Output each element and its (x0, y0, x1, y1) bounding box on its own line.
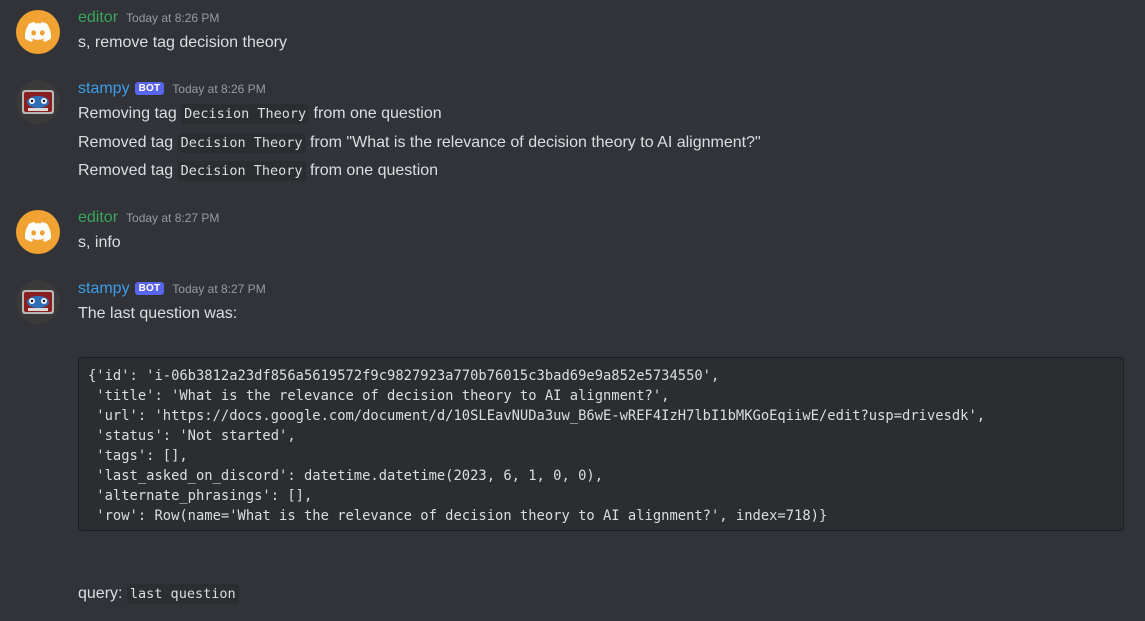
message-line: Removed tag Decision Theory from "What i… (78, 132, 761, 154)
message-text: s, info (78, 234, 121, 251)
text: Removing tag (78, 105, 182, 122)
query-label: query: (78, 585, 127, 602)
message-header: editor Today at 8:26 PM (78, 9, 219, 31)
message-text: s, remove tag decision theory (78, 34, 287, 51)
message-header: stampy BOT Today at 8:26 PM (78, 80, 266, 102)
text: from one question (305, 162, 439, 179)
username[interactable]: editor (78, 9, 118, 27)
editor-avatar[interactable] (16, 210, 60, 254)
message-line: Removed tag Decision Theory from one que… (78, 160, 438, 182)
message-header: stampy BOT Today at 8:27 PM (78, 280, 266, 302)
code-line: 'row': Row(name='What is the relevance o… (88, 508, 828, 524)
text: Removed tag (78, 162, 178, 179)
username[interactable]: editor (78, 209, 118, 227)
bot-tag: BOT (134, 82, 165, 95)
discord-logo-icon (25, 22, 51, 42)
inline-code: last question (126, 584, 239, 604)
discord-logo-icon (25, 222, 51, 242)
text: from one question (309, 105, 442, 122)
query-line: query: last question (78, 583, 239, 605)
code-line: {'id': 'i-06b3812a23df856a5619572f9c9827… (88, 368, 720, 384)
code-line: 'alternate_phrasings': [], (88, 488, 313, 504)
timestamp[interactable]: Today at 8:27 PM (172, 282, 265, 296)
editor-avatar[interactable] (16, 10, 60, 54)
username[interactable]: stampy (78, 280, 130, 298)
code-block[interactable]: {'id': 'i-06b3812a23df856a5619572f9c9827… (78, 357, 1124, 531)
message-header: editor Today at 8:27 PM (78, 209, 219, 231)
timestamp[interactable]: Today at 8:27 PM (126, 211, 219, 225)
inline-code: Decision Theory (181, 104, 310, 124)
code-line: 'title': 'What is the relevance of decis… (88, 388, 670, 404)
timestamp[interactable]: Today at 8:26 PM (172, 82, 265, 96)
robot-avatar-icon (16, 280, 60, 324)
stampy-avatar[interactable] (16, 280, 60, 324)
bot-tag: BOT (134, 282, 165, 295)
inline-code: Decision Theory (177, 133, 306, 153)
text: Removed tag (78, 134, 178, 151)
inline-code: Decision Theory (177, 161, 306, 181)
message-line: Removing tag Decision Theory from one qu… (78, 103, 442, 125)
robot-avatar-icon (16, 80, 60, 124)
timestamp[interactable]: Today at 8:26 PM (126, 11, 219, 25)
text: from "What is the relevance of decision … (305, 134, 761, 151)
code-line: 'tags': [], (88, 448, 188, 464)
code-line: 'status': 'Not started', (88, 428, 296, 444)
message-text: The last question was: (78, 305, 238, 322)
code-line: 'url': 'https://docs.google.com/document… (88, 408, 986, 424)
username[interactable]: stampy (78, 80, 130, 98)
stampy-avatar[interactable] (16, 80, 60, 124)
code-line: 'last_asked_on_discord': datetime.dateti… (88, 468, 603, 484)
